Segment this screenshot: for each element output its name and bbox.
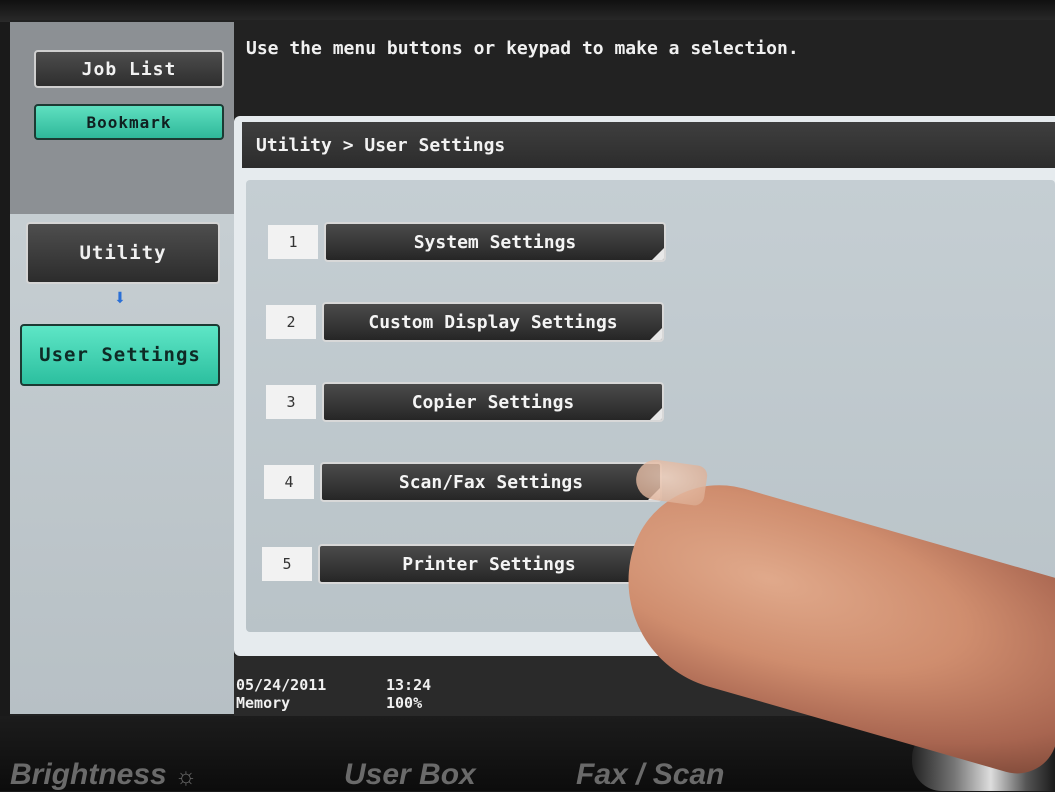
time-display: 13:24: [386, 676, 432, 694]
date-display: 05/24/2011: [236, 676, 327, 694]
sun-icon: ☼: [175, 763, 198, 790]
breadcrumb: Utility > User Settings: [242, 122, 1055, 168]
menu-number: 1: [268, 225, 318, 259]
bookmark-button[interactable]: Bookmark: [34, 104, 224, 140]
menu-number: 4: [264, 465, 314, 499]
system-settings-button[interactable]: System Settings: [324, 222, 666, 262]
arrow-down-icon: ⬇: [113, 286, 127, 311]
memory-value: 100%: [386, 694, 423, 712]
user-box-key[interactable]: User Box: [344, 758, 476, 792]
memory-label: Memory: [236, 694, 291, 712]
copier-settings-button[interactable]: Copier Settings: [322, 382, 664, 422]
instruction-message: Use the menu buttons or keypad to make a…: [246, 38, 799, 59]
menu-number: 5: [262, 547, 312, 581]
menu-number: 3: [266, 385, 316, 419]
menu-row-1: 1 System Settings: [268, 222, 668, 262]
utility-button[interactable]: Utility: [26, 222, 220, 284]
scan-fax-settings-button[interactable]: Scan/Fax Settings: [320, 462, 662, 502]
brightness-label: Brightness: [10, 758, 167, 791]
user-settings-button[interactable]: User Settings: [20, 324, 220, 386]
fax-scan-key[interactable]: Fax / Scan: [576, 758, 724, 792]
menu-row-2: 2 Custom Display Settings: [266, 302, 666, 342]
menu-row-5: 5 Printer Settings: [262, 544, 662, 584]
job-list-button[interactable]: Job List: [34, 50, 224, 88]
custom-display-settings-button[interactable]: Custom Display Settings: [322, 302, 664, 342]
menu-row-3: 3 Copier Settings: [266, 382, 666, 422]
device-bezel-top: [0, 0, 1055, 22]
menu-row-4: 4 Scan/Fax Settings: [264, 462, 664, 502]
menu-number: 2: [266, 305, 316, 339]
brightness-key[interactable]: Brightness ☼: [10, 758, 197, 792]
printer-settings-button[interactable]: Printer Settings: [318, 544, 660, 584]
breadcrumb-text: Utility > User Settings: [256, 134, 506, 156]
